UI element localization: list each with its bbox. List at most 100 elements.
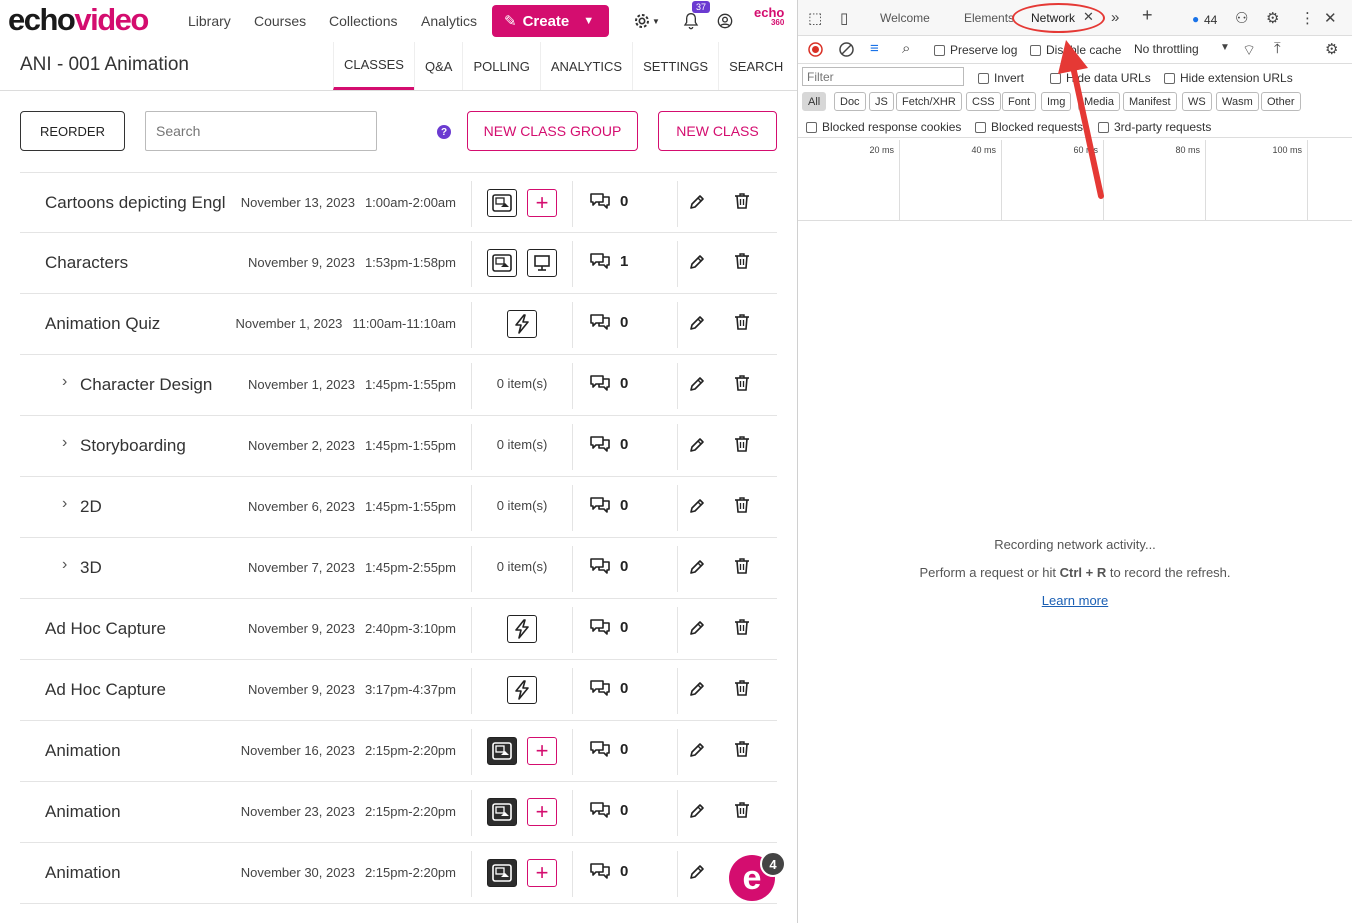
filter-icon[interactable]: ≡ bbox=[870, 40, 879, 57]
clear-icon[interactable] bbox=[839, 42, 854, 57]
close-devtools-icon[interactable]: ✕ bbox=[1324, 9, 1337, 27]
edit-icon[interactable] bbox=[688, 863, 706, 886]
tab-polling[interactable]: POLLING bbox=[462, 42, 539, 90]
network-settings-icon[interactable]: ⚙ bbox=[1325, 40, 1338, 58]
tab-welcome[interactable]: Welcome bbox=[880, 11, 930, 25]
type-filter-ws[interactable]: WS bbox=[1182, 92, 1212, 111]
type-filter-fetchxhr[interactable]: Fetch/XHR bbox=[896, 92, 962, 111]
plus-icon[interactable]: + bbox=[527, 737, 557, 765]
preserve-log-checkbox[interactable]: Preserve log bbox=[934, 43, 1017, 57]
class-name[interactable]: Character Design bbox=[80, 375, 212, 395]
media-icon[interactable] bbox=[487, 859, 517, 887]
import-har-icon[interactable]: ⤒ bbox=[1274, 40, 1281, 57]
qa-count[interactable]: 1 bbox=[588, 251, 628, 271]
chevron-right-icon[interactable]: › bbox=[62, 434, 67, 452]
edit-icon[interactable] bbox=[688, 253, 706, 276]
chevron-right-icon[interactable]: › bbox=[62, 556, 67, 574]
class-name[interactable]: Animation bbox=[45, 863, 121, 883]
qa-count[interactable]: 0 bbox=[588, 312, 628, 332]
class-name[interactable]: Animation Quiz bbox=[45, 314, 160, 334]
chevron-right-icon[interactable]: › bbox=[62, 373, 67, 391]
trash-icon[interactable] bbox=[734, 435, 750, 458]
blocked-cookies-checkbox[interactable]: Blocked response cookies bbox=[806, 120, 961, 134]
disable-cache-checkbox[interactable]: Disable cache bbox=[1030, 43, 1121, 57]
edit-icon[interactable] bbox=[688, 619, 706, 642]
presentation-icon[interactable] bbox=[527, 249, 557, 277]
class-row[interactable]: › Storyboarding November 2, 2023 1:45pm-1:5… bbox=[20, 416, 777, 477]
echo360-logo[interactable]: echo 360 bbox=[754, 6, 784, 28]
type-filter-manifest[interactable]: Manifest bbox=[1123, 92, 1177, 111]
new-class-button[interactable]: NEW CLASS bbox=[658, 111, 777, 151]
nav-courses[interactable]: Courses bbox=[254, 13, 306, 29]
trash-icon[interactable] bbox=[734, 252, 750, 275]
trash-icon[interactable] bbox=[734, 374, 750, 397]
class-name[interactable]: Ad Hoc Capture bbox=[45, 619, 166, 639]
add-tab-icon[interactable]: + bbox=[1142, 5, 1153, 26]
edit-icon[interactable] bbox=[688, 497, 706, 520]
tab-analytics[interactable]: ANALYTICS bbox=[539, 42, 632, 90]
user-account-button[interactable] bbox=[714, 10, 736, 32]
type-filter-font[interactable]: Font bbox=[1002, 92, 1037, 111]
trash-icon[interactable] bbox=[734, 679, 750, 702]
edit-icon[interactable] bbox=[688, 741, 706, 764]
qa-count[interactable]: 0 bbox=[588, 800, 628, 820]
nav-collections[interactable]: Collections bbox=[329, 13, 397, 29]
hide-data-urls-checkbox[interactable]: Hide data URLs bbox=[1050, 71, 1151, 85]
nav-analytics[interactable]: Analytics bbox=[421, 13, 477, 29]
qa-count[interactable]: 0 bbox=[588, 191, 628, 211]
echovideo-logo[interactable]: echovideo bbox=[8, 2, 149, 38]
search-input[interactable] bbox=[145, 111, 377, 151]
device-toolbar-icon[interactable]: ▯ bbox=[840, 9, 848, 27]
edit-icon[interactable] bbox=[688, 193, 706, 216]
lightning-icon[interactable] bbox=[507, 615, 537, 643]
tab-elements[interactable]: Elements bbox=[964, 11, 1014, 25]
network-timeline[interactable]: 20 ms 40 ms 60 ms 80 ms 100 ms bbox=[798, 140, 1352, 221]
nav-library[interactable]: Library bbox=[188, 13, 231, 29]
throttle-dropdown-icon[interactable]: ▼ bbox=[1220, 42, 1230, 53]
learn-more-link[interactable]: Learn more bbox=[1042, 593, 1108, 608]
type-filter-css[interactable]: CSS bbox=[966, 92, 1001, 111]
edit-icon[interactable] bbox=[688, 558, 706, 581]
tab-settings[interactable]: SETTINGS bbox=[632, 42, 718, 90]
trash-icon[interactable] bbox=[734, 313, 750, 336]
inspect-element-icon[interactable]: ⬚ bbox=[808, 9, 822, 27]
class-name[interactable]: Storyboarding bbox=[80, 436, 186, 456]
trash-icon[interactable] bbox=[734, 740, 750, 763]
lightning-icon[interactable] bbox=[507, 310, 537, 338]
notifications-button[interactable] bbox=[680, 10, 702, 32]
qa-count[interactable]: 0 bbox=[588, 495, 628, 515]
type-filter-wasm[interactable]: Wasm bbox=[1216, 92, 1259, 111]
settings-gear-icon[interactable]: ⚙ bbox=[1266, 9, 1279, 27]
issues-icon[interactable]: ● bbox=[1192, 12, 1199, 26]
tab-classes[interactable]: CLASSES bbox=[333, 42, 414, 90]
qa-count[interactable]: 0 bbox=[588, 678, 628, 698]
edit-icon[interactable] bbox=[688, 314, 706, 337]
qa-count[interactable]: 0 bbox=[588, 739, 628, 759]
tab-qa[interactable]: Q&A bbox=[413, 42, 462, 90]
media-icon[interactable] bbox=[487, 798, 517, 826]
media-icon[interactable] bbox=[487, 249, 517, 277]
edit-icon[interactable] bbox=[688, 680, 706, 703]
class-row[interactable]: Animation November 30, 2023 2:15pm-2:20pm +… bbox=[20, 843, 777, 904]
trash-icon[interactable] bbox=[734, 801, 750, 824]
type-filter-img[interactable]: Img bbox=[1041, 92, 1072, 111]
media-icon[interactable] bbox=[487, 737, 517, 765]
chevron-right-icon[interactable]: › bbox=[62, 495, 67, 513]
hide-extension-urls-checkbox[interactable]: Hide extension URLs bbox=[1164, 71, 1293, 85]
qa-count[interactable]: 0 bbox=[588, 861, 628, 881]
customize-icon[interactable]: ⚇ bbox=[1235, 9, 1248, 27]
new-class-group-button[interactable]: NEW CLASS GROUP bbox=[467, 111, 638, 151]
type-filter-all[interactable]: All bbox=[802, 92, 827, 111]
settings-menu-button[interactable]: ▼ bbox=[632, 10, 662, 32]
class-row[interactable]: Cartoons depicting Engl November 13, 2023… bbox=[20, 172, 777, 233]
class-row[interactable]: › Character Design November 1, 2023 1:45pm-… bbox=[20, 355, 777, 416]
more-options-icon[interactable]: ⋮ bbox=[1300, 9, 1315, 27]
tab-search[interactable]: SEARCH bbox=[718, 42, 793, 90]
more-tabs-icon[interactable]: » bbox=[1111, 9, 1119, 26]
third-party-checkbox[interactable]: 3rd-party requests bbox=[1098, 120, 1211, 134]
class-name[interactable]: Animation bbox=[45, 802, 121, 822]
lightning-icon[interactable] bbox=[507, 676, 537, 704]
qa-count[interactable]: 0 bbox=[588, 556, 628, 576]
class-row[interactable]: Animation Quiz November 1, 2023 11:00am-11… bbox=[20, 294, 777, 355]
class-name[interactable]: Animation bbox=[45, 741, 121, 761]
